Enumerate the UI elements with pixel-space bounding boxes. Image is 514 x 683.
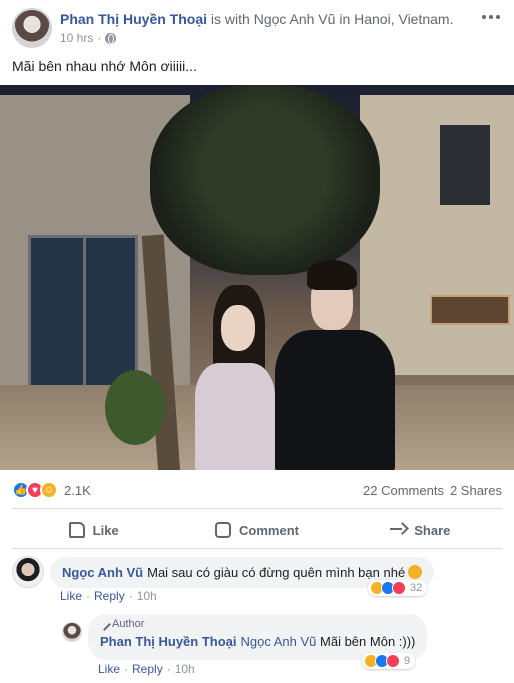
reply-reaction-count: 9 [404,655,411,667]
share-label: Share [414,522,451,538]
author-label: Author [112,618,145,630]
reply-meta: Like · Reply · 10h [98,662,195,676]
love-reaction-icon [392,581,406,595]
care-reaction-icon: ☺ [40,481,58,499]
post-time[interactable]: 10 hrs [60,31,93,45]
commenter-avatar[interactable] [12,556,44,588]
reply-mention[interactable]: Ngọc Anh Vũ [241,634,317,649]
location-link[interactable]: Hanoi, Vietnam [354,11,449,27]
comment-reaction-count: 32 [410,582,423,594]
share-icon [390,522,406,538]
post-photo[interactable] [0,85,514,470]
meta-separator: · [97,31,102,45]
author-name[interactable]: Phan Thị Huyền Thoại [60,11,207,27]
header-title: Phan Thị Huyền Thoại is with Ngọc Anh Vũ… [60,11,453,27]
divider [12,548,502,549]
post-header: Phan Thị Huyền Thoại is with Ngọc Anh Vũ… [0,0,514,56]
like-button[interactable]: Like [12,514,175,546]
thumbs-up-icon [68,522,85,538]
comment-time[interactable]: 10h [137,589,157,603]
comment-button[interactable]: Comment [175,514,338,546]
reply-like-link[interactable]: Like [98,662,120,676]
post-meta: 10 hrs · [60,31,117,45]
reply-reply-link[interactable]: Reply [132,662,163,676]
divider [12,508,502,509]
reactions-summary: 👍 ♥ ☺ 2.1K 22 Comments 2 Shares [12,478,502,502]
reply-avatar[interactable] [62,622,82,642]
post-text: Mãi bên nhau nhớ Môn ơiiiii... [12,58,197,74]
pen-icon [98,617,111,631]
reply-time[interactable]: 10h [175,662,195,676]
post-actions: Like Comment Share [12,514,502,546]
period: . [449,11,454,27]
more-options-icon[interactable] [482,12,502,22]
comment-label: Comment [239,522,299,538]
laughing-emoji-icon [408,565,423,579]
reply-text: Mãi bên Môn :))) [316,634,416,649]
reaction-icons[interactable]: 👍 ♥ ☺ [12,481,58,499]
comment-text: Mai sau có giàu có đừng quên mình bạn nh… [147,565,406,580]
author-tag: Author [98,617,415,631]
comment-count[interactable]: 22 Comments [363,483,444,498]
globe-icon[interactable] [105,32,117,44]
in-text: in [335,11,355,27]
commenter-name[interactable]: Ngọc Anh Vũ [62,565,143,580]
like-label: Like [92,522,119,538]
share-count[interactable]: 2 Shares [450,483,502,498]
with-text: is with [207,11,254,27]
tagged-name[interactable]: Ngọc Anh Vũ [254,11,336,27]
reply-reactions[interactable]: 9 [362,653,416,669]
love-reaction-icon [386,654,400,668]
comment-icon [215,522,232,538]
share-button[interactable]: Share [339,514,502,546]
comment-like-link[interactable]: Like [60,589,82,603]
comment-reactions[interactable]: 32 [368,580,428,596]
reaction-count[interactable]: 2.1K [64,483,91,498]
reply-author-name[interactable]: Phan Thị Huyền Thoại [100,634,237,649]
comment-reply-link[interactable]: Reply [94,589,125,603]
comment-meta: Like · Reply · 10h [60,589,157,603]
author-avatar[interactable] [12,8,52,48]
